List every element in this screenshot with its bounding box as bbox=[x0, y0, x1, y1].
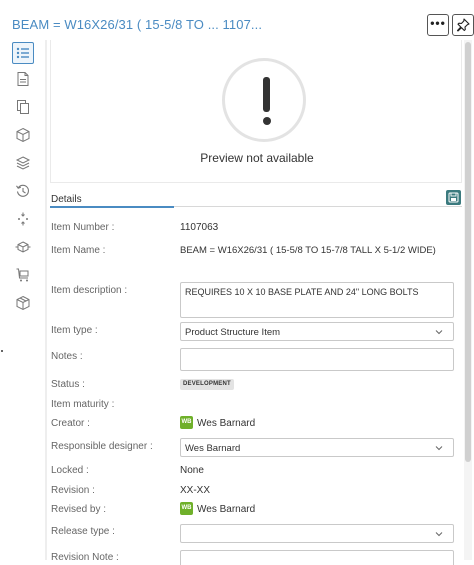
creator-avatar: WB bbox=[180, 416, 193, 429]
responsible-designer-value: Wes Barnard bbox=[185, 443, 241, 454]
preview-message: Preview not available bbox=[200, 151, 314, 165]
revision-label: Revision : bbox=[51, 485, 95, 496]
status-badge: DEVELOPMENT bbox=[180, 379, 234, 390]
box-flow-icon bbox=[15, 241, 31, 253]
revision-value: XX-XX bbox=[180, 485, 211, 496]
responsible-designer-label: Responsible designer : bbox=[51, 441, 153, 452]
item-type-value: Product Structure Item bbox=[185, 327, 281, 338]
preview-panel: Preview not available bbox=[50, 40, 462, 183]
creator-name[interactable]: Wes Barnard bbox=[197, 418, 255, 429]
notes-label: Notes : bbox=[51, 351, 83, 362]
arrows-icon bbox=[18, 212, 28, 226]
layers-icon bbox=[15, 156, 31, 170]
item-number-value: 1107063 bbox=[180, 222, 219, 233]
revision-note-label: Revision Note : bbox=[51, 552, 119, 563]
tab-details-underline bbox=[50, 206, 174, 208]
revised-by-label: Revised by : bbox=[51, 504, 107, 515]
release-type-select[interactable] bbox=[180, 524, 454, 543]
notes-field[interactable] bbox=[180, 348, 454, 371]
item-title[interactable]: BEAM = W16X26/31 ( 15-5/8 TO ... 1107... bbox=[12, 17, 262, 32]
pin-icon bbox=[456, 18, 470, 32]
item-type-label: Item type : bbox=[51, 325, 98, 336]
chevron-down-icon bbox=[435, 330, 443, 335]
sidebar-divider bbox=[45, 40, 47, 560]
copy-icon bbox=[17, 100, 29, 114]
package-icon bbox=[16, 295, 30, 311]
sidebar-item-package[interactable] bbox=[12, 292, 34, 314]
document-icon bbox=[17, 72, 29, 86]
scrollbar-thumb[interactable] bbox=[465, 42, 471, 462]
item-maturity-label: Item maturity : bbox=[51, 399, 115, 410]
tab-divider bbox=[174, 206, 462, 207]
sidebar-item-relations[interactable] bbox=[12, 208, 34, 230]
sidebar-item-copies[interactable] bbox=[12, 96, 34, 118]
tab-details[interactable]: Details bbox=[51, 194, 82, 205]
item-description-label: Item description : bbox=[51, 285, 128, 296]
revised-by-name[interactable]: Wes Barnard bbox=[197, 504, 255, 515]
scrollbar[interactable] bbox=[464, 40, 472, 560]
sidebar-item-structure[interactable] bbox=[12, 152, 34, 174]
chevron-down-icon bbox=[435, 446, 443, 451]
sidebar-item-history[interactable] bbox=[12, 180, 34, 202]
resize-handle[interactable] bbox=[1, 350, 3, 352]
pin-button[interactable] bbox=[452, 14, 474, 36]
item-name-label: Item Name : bbox=[51, 245, 106, 256]
responsible-designer-select[interactable]: Wes Barnard bbox=[180, 438, 454, 457]
item-number-label: Item Number : bbox=[51, 222, 115, 233]
cube-icon bbox=[16, 127, 30, 143]
locked-value: None bbox=[180, 465, 204, 476]
creator-label: Creator : bbox=[51, 418, 90, 429]
status-label: Status : bbox=[51, 379, 85, 390]
history-icon bbox=[16, 184, 29, 197]
save-icon bbox=[448, 192, 459, 203]
sidebar-item-cart[interactable] bbox=[12, 264, 34, 286]
more-icon: ••• bbox=[430, 16, 446, 30]
revised-by-avatar: WB bbox=[180, 502, 193, 515]
item-type-select[interactable]: Product Structure Item bbox=[180, 322, 454, 341]
sidebar-item-3d[interactable] bbox=[12, 124, 34, 146]
save-button[interactable] bbox=[446, 190, 461, 205]
release-type-label: Release type : bbox=[51, 526, 115, 537]
warning-icon bbox=[222, 58, 306, 142]
cart-icon bbox=[16, 268, 29, 282]
list-icon bbox=[16, 47, 29, 59]
more-options-button[interactable]: ••• bbox=[427, 14, 449, 36]
sidebar-item-details[interactable] bbox=[12, 42, 34, 64]
item-description-value: REQUIRES 10 X 10 BASE PLATE AND 24" LONG… bbox=[185, 287, 419, 297]
revision-note-field[interactable] bbox=[180, 550, 454, 565]
item-description-field[interactable]: REQUIRES 10 X 10 BASE PLATE AND 24" LONG… bbox=[180, 282, 454, 318]
sidebar-item-where-used[interactable] bbox=[12, 236, 34, 258]
sidebar-item-documents[interactable] bbox=[12, 68, 34, 90]
chevron-down-icon bbox=[435, 532, 443, 537]
item-name-value: BEAM = W16X26/31 ( 15-5/8 TO 15-7/8 TALL… bbox=[180, 245, 436, 256]
locked-label: Locked : bbox=[51, 465, 89, 476]
